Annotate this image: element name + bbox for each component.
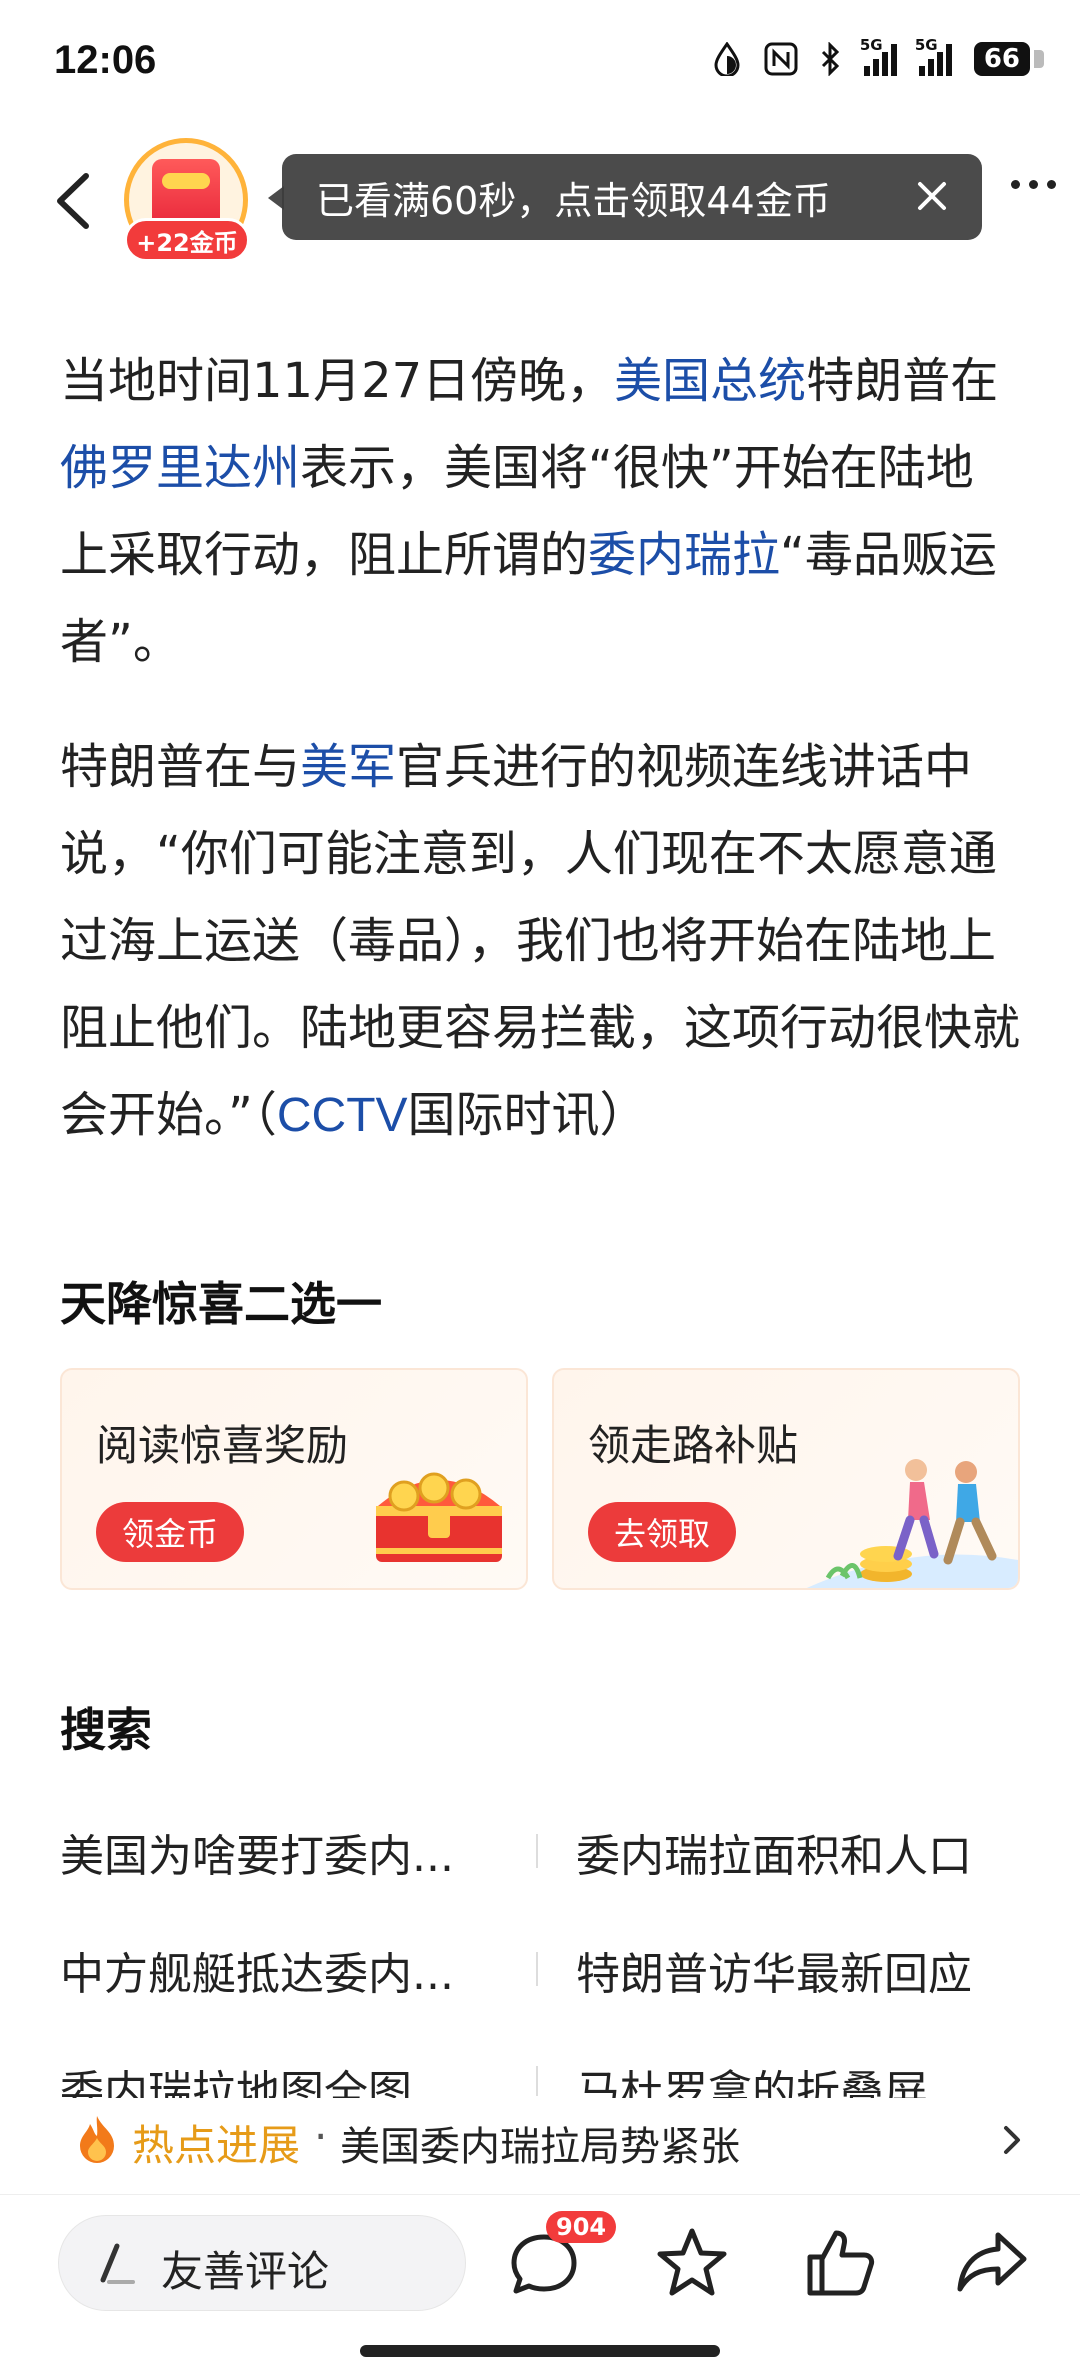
link-florida[interactable]: 佛罗里达州 — [60, 440, 300, 496]
nfc-icon — [764, 42, 798, 76]
comment-placeholder: 友善评论 — [161, 2247, 330, 2296]
reward-card-walking[interactable]: 领走路补贴 去领取 — [552, 1368, 1020, 1590]
search-suggestion[interactable]: 委内瑞拉地图全图 — [60, 2056, 480, 2098]
coin-reward-label[interactable]: +22金币 — [124, 218, 250, 262]
article-paragraph: 当地时间11月27日傍晚，美国总统特朗普在佛罗里达州表示，美国将“很快”开始在陆… — [60, 353, 999, 670]
reward-toast-text: 已看满60秒，点击领取44金币 — [316, 178, 831, 223]
article-paragraph: 特朗普在与美军官兵进行的视频连线讲话中说，“你们可能注意到，人们现在不太愿意通过… — [60, 739, 1021, 1143]
divider — [536, 2066, 538, 2096]
home-indicator[interactable] — [360, 2345, 720, 2357]
search-suggestion[interactable]: 马杜罗拿的折叠屏 — [576, 2056, 1026, 2098]
status-time: 12:06 — [54, 38, 157, 82]
reward-toast[interactable]: 已看满60秒，点击领取44金币 — [268, 154, 982, 240]
hot-progress-bar[interactable]: 热点进展 · 美国委内瑞拉局势紧张 — [0, 2098, 1080, 2184]
signal-icon-1: 5G — [860, 36, 897, 76]
reward-card-title: 领走路补贴 — [588, 1421, 799, 1470]
claim-walking-subsidy-button[interactable]: 去领取 — [588, 1502, 737, 1562]
hot-separator: · — [314, 2112, 328, 2161]
status-icons: 5G 5G 66 — [712, 36, 1045, 76]
data-saver-icon — [714, 42, 740, 76]
battery-indicator: 66 — [973, 42, 1045, 76]
back-icon[interactable] — [46, 156, 106, 246]
bluetooth-icon — [821, 42, 839, 76]
link-venezuela[interactable]: 委内瑞拉 — [588, 527, 780, 583]
search-section-title: 搜索 — [60, 1703, 152, 1757]
hot-label: 热点进展 — [132, 2121, 301, 2170]
status-bar: 12:06 5G 5G 66 — [0, 0, 1080, 120]
star-icon[interactable] — [652, 2223, 732, 2303]
article-body: 当地时间11月27日傍晚，美国总统特朗普在佛罗里达州表示，美国将“很快”开始在陆… — [60, 338, 1020, 1197]
search-suggestion[interactable]: 特朗普访华最新回应 — [576, 1938, 1026, 2002]
search-suggestion[interactable]: 中方舰艇抵达委内... — [60, 1938, 480, 2002]
comment-count-badge: 904 — [546, 2211, 617, 2243]
more-options-icon[interactable] — [1011, 180, 1056, 189]
comment-input[interactable]: 友善评论 — [58, 2215, 466, 2311]
search-suggestion[interactable]: 美国为啥要打委内... — [60, 1820, 480, 1884]
article-header: +22金币 已看满60秒，点击领取44金币 — [0, 120, 1080, 280]
hot-headline: 美国委内瑞拉局势紧张 — [340, 2124, 740, 2170]
signal-icon-2: 5G — [915, 36, 952, 76]
divider — [536, 1834, 538, 1868]
search-suggestion[interactable]: 委内瑞拉面积和人口 — [576, 1820, 1026, 1884]
divider — [536, 1952, 538, 1986]
link-us-president[interactable]: 美国总统 — [614, 353, 806, 409]
runners-illustration-icon — [806, 1459, 1018, 1588]
chevron-right-icon[interactable] — [994, 2122, 1030, 2158]
pen-icon — [100, 2243, 135, 2284]
share-icon[interactable] — [952, 2223, 1032, 2303]
surprise-section-title: 天降惊喜二选一 — [60, 1277, 382, 1331]
claim-coins-button[interactable]: 领金币 — [96, 1502, 245, 1562]
link-cctv[interactable]: CCTV — [277, 1089, 408, 1142]
close-icon[interactable] — [908, 172, 956, 220]
reward-card-title: 阅读惊喜奖励 — [96, 1421, 349, 1470]
fire-icon — [80, 2116, 114, 2163]
bottom-action-bar: 友善评论 904 — [0, 2194, 1080, 2376]
link-us-military[interactable]: 美军 — [300, 739, 396, 795]
reward-card-reading[interactable]: 阅读惊喜奖励 领金币 — [60, 1368, 528, 1590]
treasure-chest-icon — [376, 1472, 502, 1562]
thumbs-up-icon[interactable] — [800, 2223, 880, 2303]
